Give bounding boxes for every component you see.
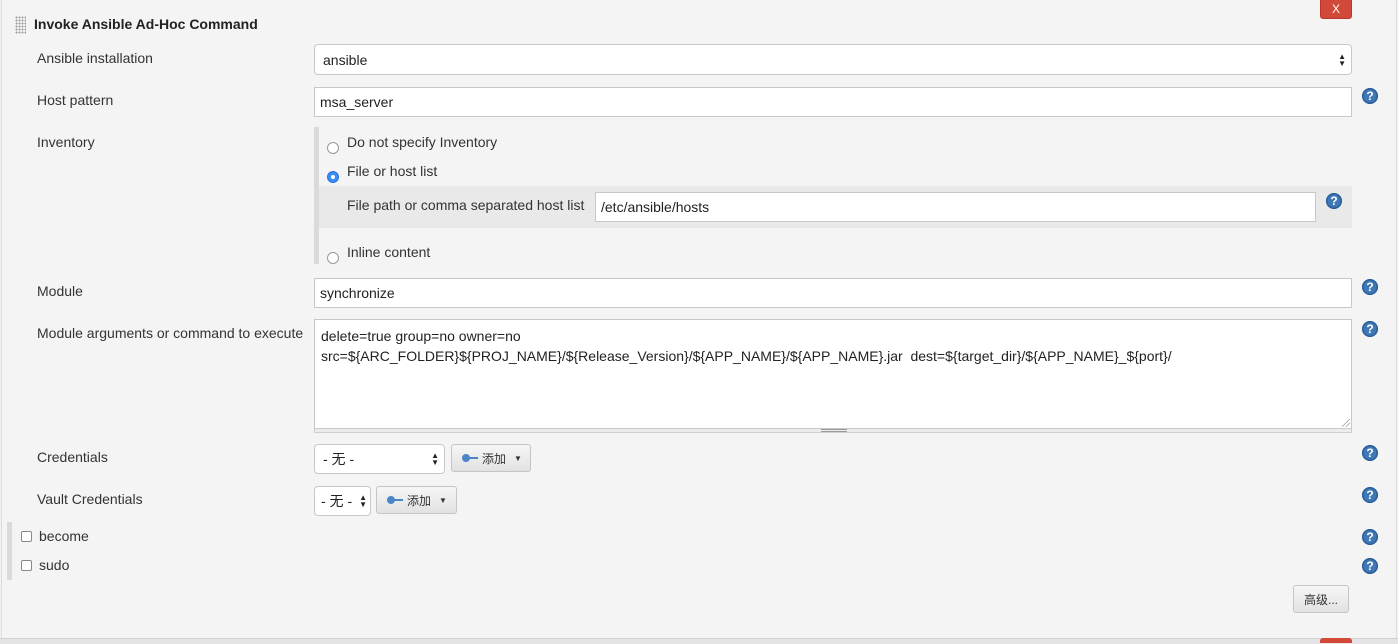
vault-credentials-select[interactable]: - 无 - ▲ ▼: [314, 486, 371, 516]
sudo-label: sudo: [39, 557, 70, 573]
section-title: Invoke Ansible Ad-Hoc Command: [34, 16, 258, 32]
ansible-installation-select[interactable]: ansible ▲ ▼: [314, 44, 1352, 75]
next-section-strip: [0, 638, 1398, 644]
file-path-help-icon[interactable]: ?: [1326, 193, 1342, 209]
module-args-label: Module arguments or command to execute: [37, 325, 304, 341]
caret-down-icon: ▼: [439, 495, 447, 505]
credentials-help-icon[interactable]: ?: [1362, 445, 1378, 461]
radio-no-inventory-label: Do not specify Inventory: [347, 134, 498, 150]
caret-down-icon: ▼: [514, 453, 522, 463]
textarea-expand-grip[interactable]: [314, 429, 1352, 433]
credentials-add-label: 添加: [482, 451, 507, 466]
select-arrows-icon: ▲ ▼: [359, 493, 367, 509]
module-args-textarea[interactable]: delete=true group=no owner=no src=${ARC_…: [314, 319, 1352, 429]
vault-credentials-value: - 无 -: [321, 493, 353, 509]
inventory-label: Inventory: [37, 134, 95, 150]
credentials-label: Credentials: [37, 449, 108, 465]
module-label: Module: [37, 283, 83, 299]
become-label: become: [39, 528, 89, 544]
radio-file-or-host-list-label: File or host list: [347, 163, 438, 179]
credentials-select[interactable]: - 无 - ▲ ▼: [314, 444, 445, 474]
host-pattern-help-icon[interactable]: ?: [1362, 88, 1378, 104]
radio-inline-content-label: Inline content: [347, 244, 431, 260]
credentials-value: - 无 -: [323, 451, 355, 467]
become-checkbox[interactable]: [21, 531, 32, 542]
drag-handle-icon[interactable]: [15, 16, 26, 34]
module-help-icon[interactable]: ?: [1362, 279, 1378, 295]
select-arrows-icon: ▲ ▼: [1338, 51, 1346, 68]
key-icon: [387, 495, 403, 505]
vault-credentials-label: Vault Credentials: [37, 491, 143, 507]
vault-credentials-add-label: 添加: [407, 493, 432, 508]
module-args-value: delete=true group=no owner=no src=${ARC_…: [321, 328, 1172, 364]
vault-credentials-help-icon[interactable]: ?: [1362, 487, 1378, 503]
credentials-add-button[interactable]: 添加 ▼: [451, 444, 531, 472]
select-arrows-icon: ▲ ▼: [431, 451, 439, 467]
host-pattern-input[interactable]: msa_server: [314, 87, 1352, 117]
resize-handle-icon[interactable]: [1342, 419, 1350, 427]
file-path-input[interactable]: /etc/ansible/hosts: [595, 192, 1316, 222]
next-section-delete-button[interactable]: [1320, 638, 1352, 643]
host-pattern-label: Host pattern: [37, 92, 114, 108]
options-group-bar: [7, 522, 12, 580]
vault-credentials-add-button[interactable]: 添加 ▼: [376, 486, 457, 514]
file-path-label: File path or comma separated host list: [347, 197, 585, 213]
module-input[interactable]: synchronize: [314, 278, 1352, 308]
radio-inline-content[interactable]: [327, 252, 339, 264]
become-help-icon[interactable]: ?: [1362, 529, 1378, 545]
module-args-help-icon[interactable]: ?: [1362, 321, 1378, 337]
sudo-help-icon[interactable]: ?: [1362, 558, 1378, 574]
key-icon: [462, 453, 478, 463]
advanced-button[interactable]: 高级...: [1293, 585, 1349, 613]
ansible-installation-value: ansible: [323, 51, 368, 68]
radio-file-or-host-list[interactable]: [327, 171, 339, 183]
sudo-checkbox[interactable]: [21, 560, 32, 571]
delete-section-button[interactable]: X: [1320, 0, 1352, 19]
radio-no-inventory[interactable]: [327, 142, 339, 154]
ansible-installation-label: Ansible installation: [37, 50, 153, 66]
